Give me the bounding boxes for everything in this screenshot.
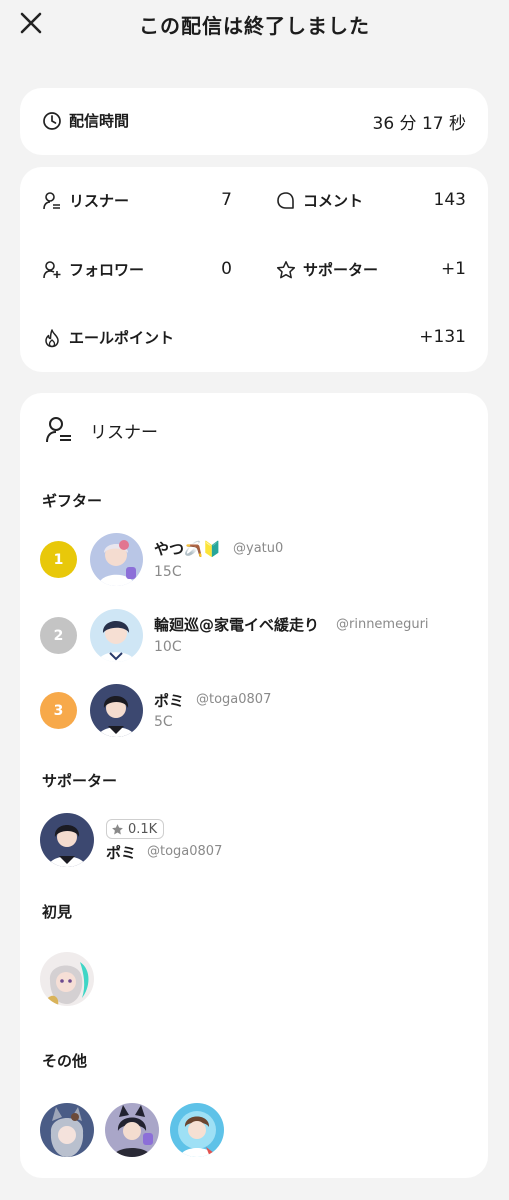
gifter-handle: @rinnemeguri	[336, 617, 429, 632]
supporter-name: ポミ	[106, 844, 137, 862]
avatar[interactable]	[90, 533, 143, 586]
gifter-name: やつ🪃🔰	[154, 540, 222, 558]
avatar[interactable]	[90, 609, 143, 662]
duration-label-row: 配信時間	[42, 110, 129, 131]
gifter-name: 輪廻巡@家電イベ緩走り	[154, 616, 320, 634]
supporters-stat-label: サポーター	[276, 259, 378, 280]
others-title: その他	[42, 1052, 88, 1070]
supporter-handle: @toga0807	[147, 844, 223, 859]
supporters-label: サポーター	[303, 261, 379, 279]
page-title: この配信は終了しました	[139, 14, 370, 38]
avatar[interactable]	[40, 813, 94, 867]
listener-icon	[46, 417, 71, 443]
supporters-title: サポーター	[42, 772, 118, 790]
duration-value: 36 分 17 秒	[372, 114, 466, 134]
star-icon	[112, 823, 123, 834]
listeners-section-title: リスナー	[90, 422, 158, 443]
listeners-card: リスナー ギフター 1 やつ🪃🔰 @yatu0 15C 2 輪廻巡@家電イベ緩走…	[20, 393, 488, 1178]
chat-bubble-icon	[277, 191, 294, 209]
listeners-value: 7	[221, 190, 232, 210]
supporters-value: +1	[440, 259, 466, 279]
clock-icon	[43, 111, 61, 130]
gifter-name: ポミ	[154, 692, 185, 710]
gifter-handle: @yatu0	[233, 541, 284, 556]
listeners-label: リスナー	[69, 192, 130, 210]
comments-stat-label: コメント	[276, 190, 363, 211]
rank-badge: 3	[40, 692, 77, 729]
avatar[interactable]	[105, 1103, 159, 1157]
duration-card: 配信時間 36 分 17 秒	[20, 88, 488, 155]
gifters-title: ギフター	[42, 492, 103, 510]
comments-value: 143	[433, 190, 466, 210]
gifter-coins: 15C	[154, 564, 182, 580]
yell-points-value: +131	[419, 327, 466, 347]
listeners-header: リスナー	[44, 415, 158, 445]
followers-label: フォロワー	[69, 261, 145, 279]
duration-label: 配信時間	[69, 112, 130, 130]
avatar[interactable]	[40, 1103, 94, 1157]
person-list-icon	[43, 191, 60, 209]
top-bar: この配信は終了しました	[0, 0, 509, 48]
flame-icon	[45, 328, 59, 347]
support-level-value: 0.1K	[128, 821, 158, 837]
yell-points-stat-label: エールポイント	[42, 327, 174, 348]
comments-label: コメント	[303, 192, 364, 210]
gifter-handle: @toga0807	[196, 692, 272, 707]
first-time-title: 初見	[42, 903, 73, 921]
yell-points-label: エールポイント	[69, 329, 175, 347]
stats-card: リスナー 7 コメント 143 フォロワー 0 サポーター +1 エールポイント…	[20, 167, 488, 372]
gifter-coins: 10C	[154, 639, 182, 655]
listeners-stat-label: リスナー	[42, 190, 129, 211]
person-add-icon	[43, 260, 61, 278]
avatar[interactable]	[40, 952, 94, 1006]
gifter-coins: 5C	[154, 714, 173, 730]
support-level-badge: 0.1K	[106, 819, 165, 839]
rank-badge: 1	[40, 541, 77, 578]
star-outline-icon	[276, 260, 296, 278]
followers-value: 0	[221, 259, 232, 279]
rank-badge: 2	[40, 617, 77, 654]
avatar[interactable]	[170, 1103, 224, 1157]
avatar[interactable]	[90, 684, 143, 737]
followers-stat-label: フォロワー	[42, 259, 144, 280]
